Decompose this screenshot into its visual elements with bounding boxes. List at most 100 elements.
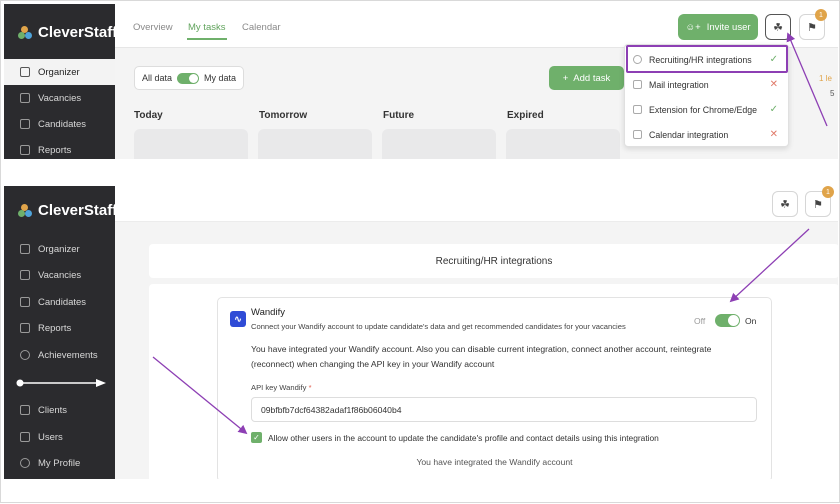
menu-item-mail-integration[interactable]: Mail integration ✕: [625, 72, 788, 97]
sidebar-item-vacancies[interactable]: Vacancies: [4, 262, 115, 288]
mail-icon: [633, 80, 642, 89]
vacancies-icon: [20, 270, 30, 280]
app-logo[interactable]: CleverStaff: [18, 202, 117, 219]
trophy-icon: [20, 350, 30, 360]
screenshot-frame: CleverStaff Organizer Vacancies Candidat…: [0, 0, 840, 503]
sidebar-item-label: Reports: [38, 144, 72, 156]
data-switch[interactable]: [177, 72, 200, 84]
highlight-box: [626, 45, 788, 73]
menu-item-calendar-integration[interactable]: Calendar integration ✕: [625, 122, 788, 147]
cross-icon: ✕: [769, 129, 778, 140]
sidebar-item-label: Vacancies: [38, 92, 82, 104]
required-marker: *: [308, 383, 312, 392]
sidebar-item-label: My Profile: [38, 457, 81, 469]
column-title-future: Future: [383, 110, 415, 121]
allow-update-checkbox[interactable]: ✓: [251, 432, 262, 443]
sidebar-item-vacancies[interactable]: Vacancies: [4, 85, 115, 111]
puzzle-icon: [633, 105, 642, 114]
sidebar-item-label: Clients: [38, 404, 68, 416]
cross-icon: ✕: [769, 79, 778, 90]
sidebar-item-candidates[interactable]: Candidates: [4, 111, 115, 137]
edge-text-2: 5: [830, 89, 835, 98]
sidebar-item-my-profile[interactable]: My Profile: [4, 450, 115, 476]
plus-icon: +: [562, 72, 569, 84]
sidebar-item-label: Users: [38, 431, 63, 443]
menu-item-label: Mail integration: [649, 79, 709, 90]
reports-icon: [20, 145, 30, 155]
integrations-button[interactable]: ☘: [765, 14, 791, 40]
my-data-label: My data: [204, 73, 237, 83]
sidebar-item-organizer[interactable]: Organizer: [4, 59, 115, 85]
all-data-label: All data: [142, 73, 173, 83]
menu-item-label: Calendar integration: [649, 129, 729, 140]
sidebar-item-candidates[interactable]: Candidates: [4, 289, 115, 315]
candidates-icon: [20, 297, 30, 307]
add-task-label: Add task: [573, 72, 611, 84]
tab-my-tasks[interactable]: My tasks: [188, 22, 225, 33]
task-column-today: [134, 129, 248, 159]
calendar-icon: [20, 67, 30, 77]
reports-icon: [20, 323, 30, 333]
bell-icon: ⚑: [813, 198, 823, 211]
menu-item-label: Extension for Chrome/Edge: [649, 104, 758, 115]
vacancies-icon: [20, 93, 30, 103]
allow-update-label: Allow other users in the account to upda…: [268, 433, 659, 443]
sidebar-item-users[interactable]: Users: [4, 424, 115, 450]
column-title-today: Today: [134, 110, 163, 121]
app-logo[interactable]: CleverStaff: [18, 24, 117, 41]
sidebar: CleverStaff Organizer Vacancies Candidat…: [4, 186, 117, 479]
sidebar-item-reports[interactable]: Reports: [4, 137, 115, 159]
sidebar-item-label: Vacancies: [38, 269, 82, 281]
sidebar-item-label: Candidates: [38, 118, 87, 130]
sidebar-item-label: Achievements: [38, 349, 98, 361]
app-name: CleverStaff: [38, 24, 118, 41]
api-key-label: API key Wandify *: [251, 383, 312, 392]
wandify-integration-card: ∿ Wandify Connect your Wandify account t…: [217, 297, 772, 479]
puzzle-icon: ☘: [780, 198, 790, 211]
on-label: On: [745, 316, 757, 326]
api-key-input[interactable]: 09bfbfb7dcf64382adaf1f86b06040b4: [251, 397, 757, 422]
sidebar-item-label: Organizer: [38, 66, 80, 78]
integrations-button[interactable]: ☘: [772, 191, 798, 217]
add-task-button[interactable]: + Add task: [549, 66, 624, 90]
column-title-expired: Expired: [507, 110, 544, 121]
sidebar: CleverStaff Organizer Vacancies Candidat…: [4, 4, 117, 159]
candidates-icon: [20, 119, 30, 129]
top-bar: [115, 186, 838, 222]
bottom-panel: CleverStaff Organizer Vacancies Candidat…: [4, 186, 838, 479]
sidebar-item-achievements[interactable]: Achievements: [4, 342, 115, 368]
integration-name: Wandify: [251, 307, 285, 318]
invite-user-button[interactable]: ☺+ Invite user: [678, 14, 758, 40]
check-icon: ✓: [769, 104, 778, 115]
page-title: Recruiting/HR integrations: [149, 244, 838, 278]
data-filter-toggle[interactable]: All data My data: [134, 66, 244, 90]
active-tab-indicator: [187, 38, 227, 40]
integration-status-text: You have integrated the Wandify account: [416, 457, 573, 467]
calendar-icon: [633, 130, 642, 139]
off-label: Off: [694, 316, 706, 326]
notification-badge: 1: [822, 186, 834, 198]
bell-icon: ⚑: [807, 21, 817, 34]
edge-text-1: 1 le: [819, 74, 832, 83]
top-panel: CleverStaff Organizer Vacancies Candidat…: [4, 4, 838, 159]
logo-icon: [18, 203, 32, 218]
sidebar-item-label: Candidates: [38, 296, 87, 308]
tab-calendar[interactable]: Calendar: [242, 22, 281, 33]
profile-icon: [20, 458, 30, 468]
tab-overview[interactable]: Overview: [133, 22, 173, 33]
column-title-tomorrow: Tomorrow: [259, 110, 308, 121]
integration-toggle[interactable]: [715, 314, 740, 327]
add-user-icon: ☺+: [685, 21, 701, 33]
menu-item-chrome-extension[interactable]: Extension for Chrome/Edge ✓: [625, 97, 788, 122]
sidebar-item-clients[interactable]: Clients: [4, 397, 115, 423]
sidebar-item-reports[interactable]: Reports: [4, 315, 115, 341]
sidebar-item-organizer[interactable]: Organizer: [4, 236, 115, 262]
notification-badge: 1: [815, 9, 827, 21]
logo-icon: [18, 25, 32, 40]
invite-user-label: Invite user: [706, 21, 751, 33]
users-icon: [20, 432, 30, 442]
app-name: CleverStaff: [38, 202, 118, 219]
sidebar-item-label: Reports: [38, 322, 72, 334]
sidebar-item-label: Organizer: [38, 243, 80, 255]
check-icon: ✓: [253, 433, 260, 442]
